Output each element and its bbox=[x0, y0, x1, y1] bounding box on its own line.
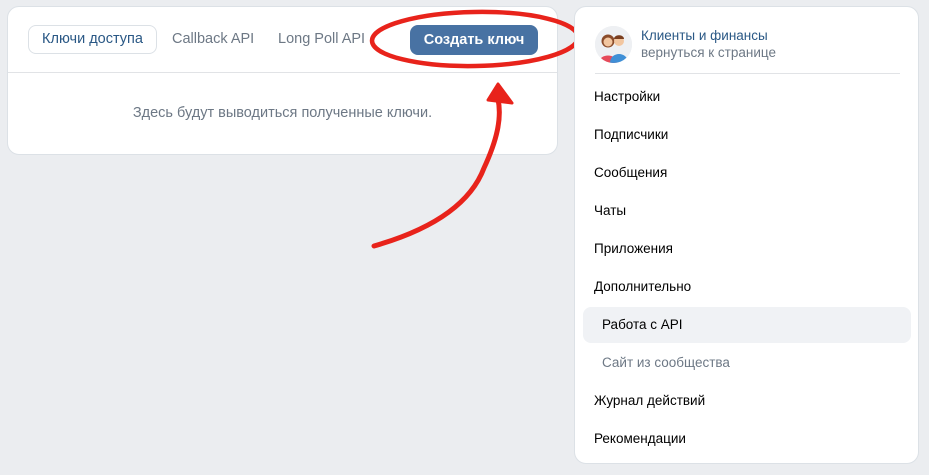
sidebar-item-subscribers[interactable]: Подписчики bbox=[583, 117, 911, 153]
group-header[interactable]: Клиенты и финансы вернуться к странице bbox=[595, 25, 900, 65]
community-sidebar: Клиенты и финансы вернуться к странице Н… bbox=[574, 6, 919, 464]
group-name[interactable]: Клиенты и финансы bbox=[641, 28, 768, 43]
sidebar-item-action-log[interactable]: Журнал действий bbox=[583, 383, 911, 419]
tab-access-keys[interactable]: Ключи доступа bbox=[28, 25, 157, 54]
sidebar-item-apps[interactable]: Приложения bbox=[583, 231, 911, 267]
tabs-bar: Ключи доступа Callback API Long Poll API… bbox=[8, 7, 557, 73]
empty-state-message: Здесь будут выводиться полученные ключи. bbox=[132, 105, 433, 121]
tab-long-poll-api[interactable]: Long Poll API bbox=[278, 25, 365, 54]
group-avatar-icon bbox=[595, 26, 632, 63]
create-key-button[interactable]: Создать ключ bbox=[410, 25, 538, 55]
sidebar-item-recommendations[interactable]: Рекомендации bbox=[583, 421, 911, 457]
group-avatar bbox=[595, 26, 632, 63]
sidebar-item-settings[interactable]: Настройки bbox=[583, 79, 911, 115]
page: Ключи доступа Callback API Long Poll API… bbox=[0, 0, 929, 475]
sidebar-item-additional[interactable]: Дополнительно bbox=[583, 269, 911, 305]
sidebar-divider bbox=[595, 73, 900, 74]
sidebar-item-messages[interactable]: Сообщения bbox=[583, 155, 911, 191]
sidebar-item-chats[interactable]: Чаты bbox=[583, 193, 911, 229]
sidebar-item-community-site[interactable]: Сайт из сообщества bbox=[583, 345, 911, 381]
back-to-page-link[interactable]: вернуться к странице bbox=[641, 45, 776, 60]
sidebar-item-api[interactable]: Работа с API bbox=[583, 307, 911, 343]
api-keys-card: Ключи доступа Callback API Long Poll API… bbox=[7, 6, 558, 155]
tab-callback-api[interactable]: Callback API bbox=[172, 25, 254, 54]
